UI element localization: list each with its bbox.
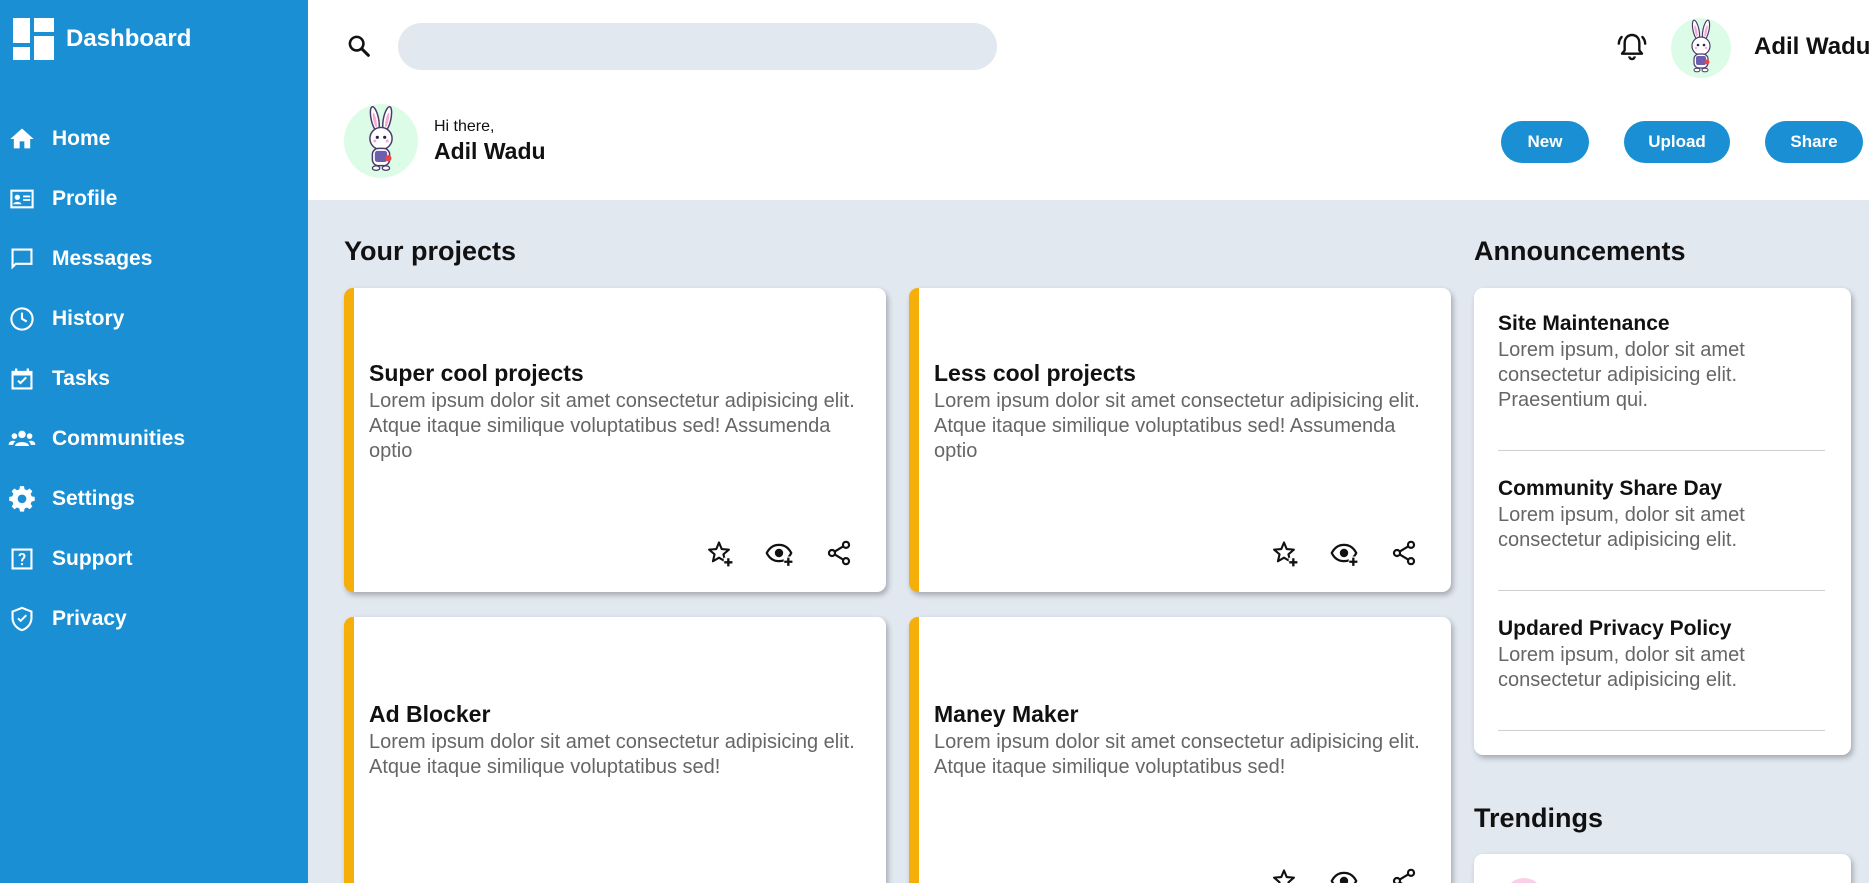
profile-avatar <box>344 104 418 178</box>
sidebar-item-label: Settings <box>52 487 135 510</box>
project-card[interactable]: Less cool projects Lorem ipsum dolor sit… <box>909 288 1451 592</box>
sidebar-item-label: Tasks <box>52 367 110 390</box>
sidebar-item-label: Profile <box>52 187 118 210</box>
greeting-name: Adil Wadu <box>434 138 546 164</box>
project-description: Lorem ipsum dolor sit amet consectetur a… <box>369 390 855 462</box>
sidebar-item-label: Communities <box>52 427 186 450</box>
share-icon[interactable] <box>825 539 853 567</box>
message-icon <box>11 248 33 270</box>
project-description: Lorem ipsum dolor sit amet consectetur a… <box>934 731 1420 778</box>
bell-icon[interactable] <box>1616 31 1648 63</box>
share-icon[interactable] <box>1390 867 1418 883</box>
sidebar-brand[interactable]: Dashboard <box>0 0 308 78</box>
announcement-text: Lorem ipsum, dolor sit amet consectetur … <box>1498 504 1745 551</box>
divider <box>1498 450 1825 451</box>
calendar-check-icon <box>11 368 33 390</box>
project-actions <box>705 539 853 567</box>
sidebar-item-communities[interactable]: Communities <box>0 409 308 469</box>
id-card-icon <box>10 189 34 209</box>
project-actions <box>1270 539 1418 567</box>
announcement-item[interactable]: Site Maintenance Lorem ipsum, dolor sit … <box>1498 312 1825 413</box>
project-description: Lorem ipsum dolor sit amet consectetur a… <box>934 390 1420 462</box>
shield-icon <box>11 606 33 632</box>
announcement-item[interactable]: Community Share Day Lorem ipsum, dolor s… <box>1498 477 1825 553</box>
project-title: Super cool projects <box>369 360 584 386</box>
sidebar-item-label: Privacy <box>52 607 127 630</box>
trendings-card <box>1474 854 1851 883</box>
greeting: Hi there, <box>434 118 495 135</box>
project-title: Less cool projects <box>934 360 1136 386</box>
announcements-card: Site Maintenance Lorem ipsum, dolor sit … <box>1474 288 1851 755</box>
project-card[interactable]: Super cool projects Lorem ipsum dolor si… <box>344 288 886 592</box>
upload-button[interactable]: Upload <box>1624 121 1730 163</box>
sidebar: Dashboard Home Profile Messages History … <box>0 0 308 883</box>
project-actions <box>1270 867 1418 883</box>
announcement-text: Lorem ipsum, dolor sit amet consectetur … <box>1498 339 1745 411</box>
announcements-heading: Announcements <box>1474 236 1686 266</box>
sidebar-item-label: Support <box>52 547 133 570</box>
eye-plus-icon[interactable] <box>765 539 793 567</box>
sidebar-item-history[interactable]: History <box>0 289 308 349</box>
sidebar-item-messages[interactable]: Messages <box>0 229 308 289</box>
trending-avatar <box>1504 878 1544 883</box>
eye-plus-icon[interactable] <box>1330 867 1358 883</box>
sidebar-item-tasks[interactable]: Tasks <box>0 349 308 409</box>
sidebar-item-settings[interactable]: Settings <box>0 469 308 529</box>
sidebar-item-home[interactable]: Home <box>0 109 308 169</box>
sidebar-item-label: Home <box>52 127 111 150</box>
divider <box>1498 590 1825 591</box>
star-plus-icon[interactable] <box>1270 867 1298 883</box>
bunny-avatar-icon <box>344 104 418 178</box>
announcement-title: Updared Privacy Policy <box>1498 617 1732 640</box>
share-icon[interactable] <box>1390 539 1418 567</box>
project-card[interactable]: Maney Maker Lorem ipsum dolor sit amet c… <box>909 617 1451 883</box>
clock-icon <box>10 307 34 331</box>
help-icon <box>11 548 33 570</box>
star-plus-icon[interactable] <box>705 539 733 567</box>
project-card[interactable]: Ad Blocker Lorem ipsum dolor sit amet co… <box>344 617 886 883</box>
sidebar-item-profile[interactable]: Profile <box>0 169 308 229</box>
eye-plus-icon[interactable] <box>1330 539 1358 567</box>
share-button[interactable]: Share <box>1765 121 1863 163</box>
bunny-avatar-icon <box>1671 18 1731 78</box>
sidebar-item-label: History <box>52 307 125 330</box>
new-button[interactable]: New <box>1501 121 1589 163</box>
dashboard-logo-icon <box>13 18 54 60</box>
project-title: Maney Maker <box>934 701 1079 727</box>
projects-heading: Your projects <box>344 236 517 266</box>
divider <box>1498 730 1825 731</box>
people-icon <box>8 430 36 446</box>
header: Adil Wadu Hi there, Adil Wadu New Upload… <box>308 0 1869 200</box>
sidebar-title: Dashboard <box>66 25 192 52</box>
sidebar-nav: Home Profile Messages History Tasks Comm… <box>0 109 308 649</box>
trendings-heading: Trendings <box>1474 803 1604 833</box>
sidebar-item-privacy[interactable]: Privacy <box>0 589 308 649</box>
announcement-title: Site Maintenance <box>1498 312 1670 335</box>
user-name: Adil Wadu <box>1754 33 1869 60</box>
search-icon[interactable] <box>345 32 373 60</box>
project-title: Ad Blocker <box>369 701 491 727</box>
sidebar-item-support[interactable]: Support <box>0 529 308 589</box>
sidebar-item-label: Messages <box>52 247 153 270</box>
search-input[interactable] <box>398 23 997 70</box>
home-icon <box>10 128 34 149</box>
announcement-item[interactable]: Updared Privacy Policy Lorem ipsum, dolo… <box>1498 617 1825 693</box>
avatar[interactable] <box>1671 18 1731 78</box>
announcement-title: Community Share Day <box>1498 477 1723 500</box>
gear-icon <box>9 486 35 512</box>
star-plus-icon[interactable] <box>1270 539 1298 567</box>
announcement-text: Lorem ipsum, dolor sit amet consectetur … <box>1498 644 1745 691</box>
project-description: Lorem ipsum dolor sit amet consectetur a… <box>369 731 855 778</box>
